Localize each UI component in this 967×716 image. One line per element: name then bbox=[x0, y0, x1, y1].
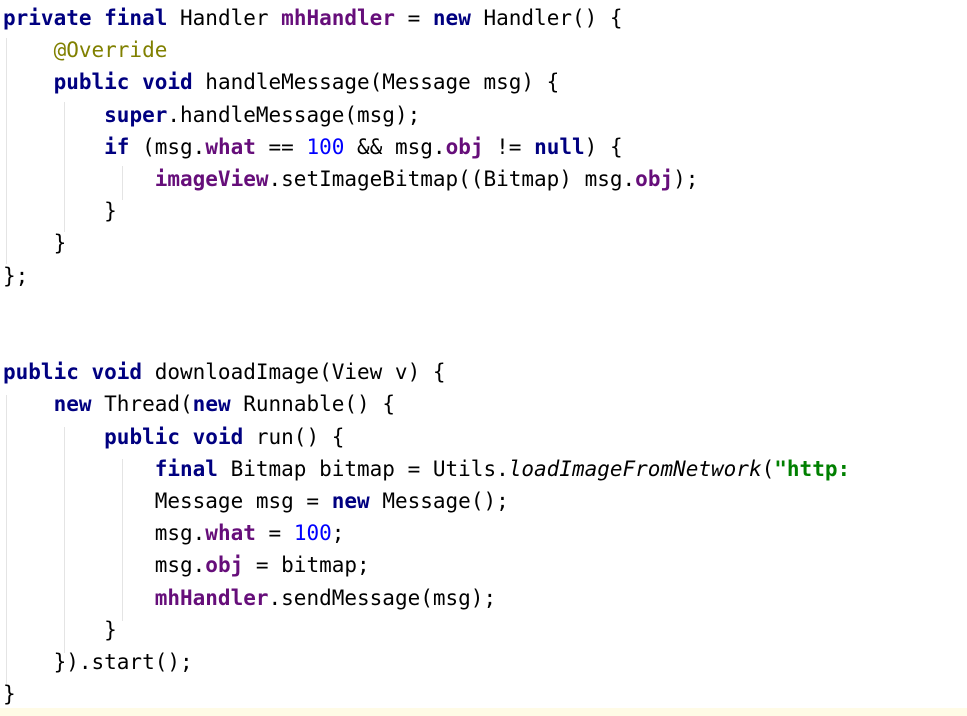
code-line[interactable]: }; bbox=[3, 260, 28, 292]
code-line[interactable]: Message msg = new Message(); bbox=[3, 485, 509, 517]
code-token: msg. bbox=[3, 553, 206, 578]
code-token: run() { bbox=[255, 424, 345, 449]
code-token: "http: bbox=[774, 456, 851, 481]
code-line[interactable]: super.handleMessage(msg); bbox=[3, 99, 420, 131]
code-token: ( bbox=[761, 456, 775, 481]
code-line[interactable]: final Bitmap bitmap = Utils.loadImageFro… bbox=[3, 453, 850, 485]
code-token: ; bbox=[331, 521, 345, 546]
code-token: new bbox=[432, 6, 484, 30]
code-token: .setImageBitmap((Bitmap) msg. bbox=[268, 167, 636, 191]
code-line[interactable]: } bbox=[3, 195, 117, 227]
code-token: && msg. bbox=[344, 134, 446, 159]
code-token: .handleMessage(msg); bbox=[167, 102, 421, 127]
code-token: } bbox=[3, 682, 16, 707]
code-token: obj bbox=[445, 134, 484, 159]
code-token: new bbox=[331, 489, 383, 513]
code-token: != bbox=[483, 134, 535, 159]
code-token: } bbox=[3, 199, 117, 224]
code-token: 100 bbox=[293, 521, 332, 546]
code-line[interactable]: msg.obj = bitmap; bbox=[3, 549, 370, 581]
code-token: new bbox=[53, 392, 105, 417]
code-token: loadImageFromNetwork bbox=[508, 456, 762, 481]
code-line[interactable]: public void downloadImage(View v) { bbox=[3, 356, 446, 388]
code-token: } bbox=[3, 231, 67, 256]
code-token: new bbox=[192, 392, 244, 417]
code-line[interactable]: @Override bbox=[3, 34, 168, 66]
code-token: mhHandler bbox=[154, 585, 269, 610]
code-token: }; bbox=[3, 263, 29, 288]
code-line[interactable]: } bbox=[3, 614, 117, 646]
code-token: ); bbox=[673, 167, 699, 191]
code-token: null bbox=[534, 134, 585, 159]
code-token: == bbox=[255, 134, 307, 159]
code-token: Runnable() { bbox=[243, 392, 395, 417]
code-line[interactable]: imageView.setImageBitmap((Bitmap) msg.ob… bbox=[3, 163, 699, 195]
code-token: obj bbox=[635, 167, 674, 191]
code-token: what bbox=[205, 521, 256, 546]
code-token: ) { bbox=[584, 134, 623, 159]
code-editor[interactable]: private final Handler mhHandler = new Ha… bbox=[0, 0, 967, 716]
code-token: public void bbox=[104, 424, 256, 449]
code-token: = bbox=[255, 521, 294, 546]
code-token: if bbox=[104, 134, 143, 159]
code-token: public void bbox=[3, 360, 155, 385]
code-line[interactable]: private final Handler mhHandler = new Ha… bbox=[3, 2, 623, 34]
code-line[interactable]: mhHandler.sendMessage(msg); bbox=[3, 582, 496, 614]
code-line[interactable]: public void run() { bbox=[3, 421, 344, 453]
code-token: Message msg = bbox=[3, 489, 332, 513]
code-token: Message(); bbox=[382, 489, 509, 513]
code-line[interactable]: } bbox=[3, 227, 67, 259]
code-line[interactable]: if (msg.what == 100 && msg.obj != null) … bbox=[3, 131, 623, 163]
code-token: obj bbox=[205, 553, 244, 578]
code-token: handleMessage(Message msg) { bbox=[205, 70, 560, 95]
current-line-highlight bbox=[0, 708, 967, 716]
code-token: 100 bbox=[306, 134, 345, 159]
code-line[interactable]: new Thread(new Runnable() { bbox=[3, 388, 395, 420]
code-token: } bbox=[3, 617, 117, 642]
code-token: @Override bbox=[53, 38, 168, 63]
code-token: mhHandler bbox=[281, 6, 395, 30]
code-token: }).start(); bbox=[3, 650, 193, 674]
code-token: Bitmap bitmap = Utils. bbox=[230, 456, 509, 481]
code-token: super bbox=[104, 102, 168, 127]
code-token: Thread( bbox=[104, 392, 193, 417]
code-token: (msg. bbox=[142, 134, 206, 159]
code-token: .sendMessage(msg); bbox=[268, 585, 497, 610]
code-token: Handler() { bbox=[483, 6, 623, 30]
code-line[interactable]: public void handleMessage(Message msg) { bbox=[3, 66, 560, 98]
code-token: = bitmap; bbox=[243, 553, 370, 578]
code-token: imageView bbox=[154, 167, 269, 191]
code-token: Handler bbox=[180, 6, 282, 30]
code-line[interactable]: msg.what = 100; bbox=[3, 517, 345, 549]
code-token: private final bbox=[3, 6, 181, 30]
code-token: msg. bbox=[3, 521, 206, 546]
code-token: public void bbox=[53, 70, 206, 95]
code-line[interactable]: } bbox=[3, 678, 16, 710]
code-token: what bbox=[205, 134, 256, 159]
code-token: = bbox=[394, 6, 433, 30]
code-token: downloadImage(View v) { bbox=[154, 360, 446, 385]
code-line[interactable]: }).start(); bbox=[3, 646, 193, 678]
code-token: final bbox=[154, 456, 231, 481]
